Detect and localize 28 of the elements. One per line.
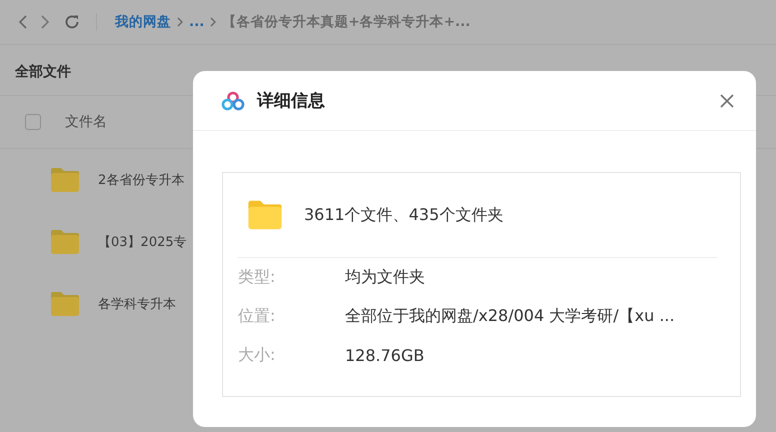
file-name[interactable]: 【03】2025专 xyxy=(98,233,187,251)
field-value: 均为文件夹 xyxy=(345,267,425,288)
dialog-title: 详细信息 xyxy=(257,90,326,112)
field-label: 大小: xyxy=(238,345,276,366)
back-icon[interactable] xyxy=(18,15,27,29)
chevron-icon xyxy=(177,17,183,27)
forward-icon[interactable] xyxy=(41,15,50,29)
folder-icon xyxy=(49,167,81,193)
select-all-checkbox[interactable] xyxy=(25,114,41,130)
close-button[interactable] xyxy=(718,92,736,110)
file-name[interactable]: 各学科专升本 xyxy=(98,295,176,313)
breadcrumb-current: 【各省份专升本真题+各学科专升本+... xyxy=(222,13,470,31)
chevron-icon xyxy=(210,17,216,27)
folder-icon xyxy=(49,229,81,255)
field-label: 位置: xyxy=(238,306,276,327)
folder-icon xyxy=(49,291,81,317)
column-header[interactable]: 文件名 xyxy=(65,113,107,131)
field-label: 类型: xyxy=(238,267,276,288)
breadcrumb-link[interactable]: 我的网盘 xyxy=(115,13,171,31)
field-value: 128.76GB xyxy=(345,346,424,365)
field-value: 全部位于我的网盘/x28/004 大学考研/【xu ... xyxy=(345,306,675,327)
page-title: 全部文件 xyxy=(15,64,71,80)
cloud-logo-icon xyxy=(221,90,245,110)
item-count: 3611个文件、435个文件夹 xyxy=(304,204,504,226)
breadcrumb-link[interactable]: ... xyxy=(189,14,204,30)
file-name[interactable]: 2各省份专升本 xyxy=(98,171,184,189)
folder-icon xyxy=(246,199,284,231)
refresh-icon[interactable] xyxy=(64,14,80,30)
